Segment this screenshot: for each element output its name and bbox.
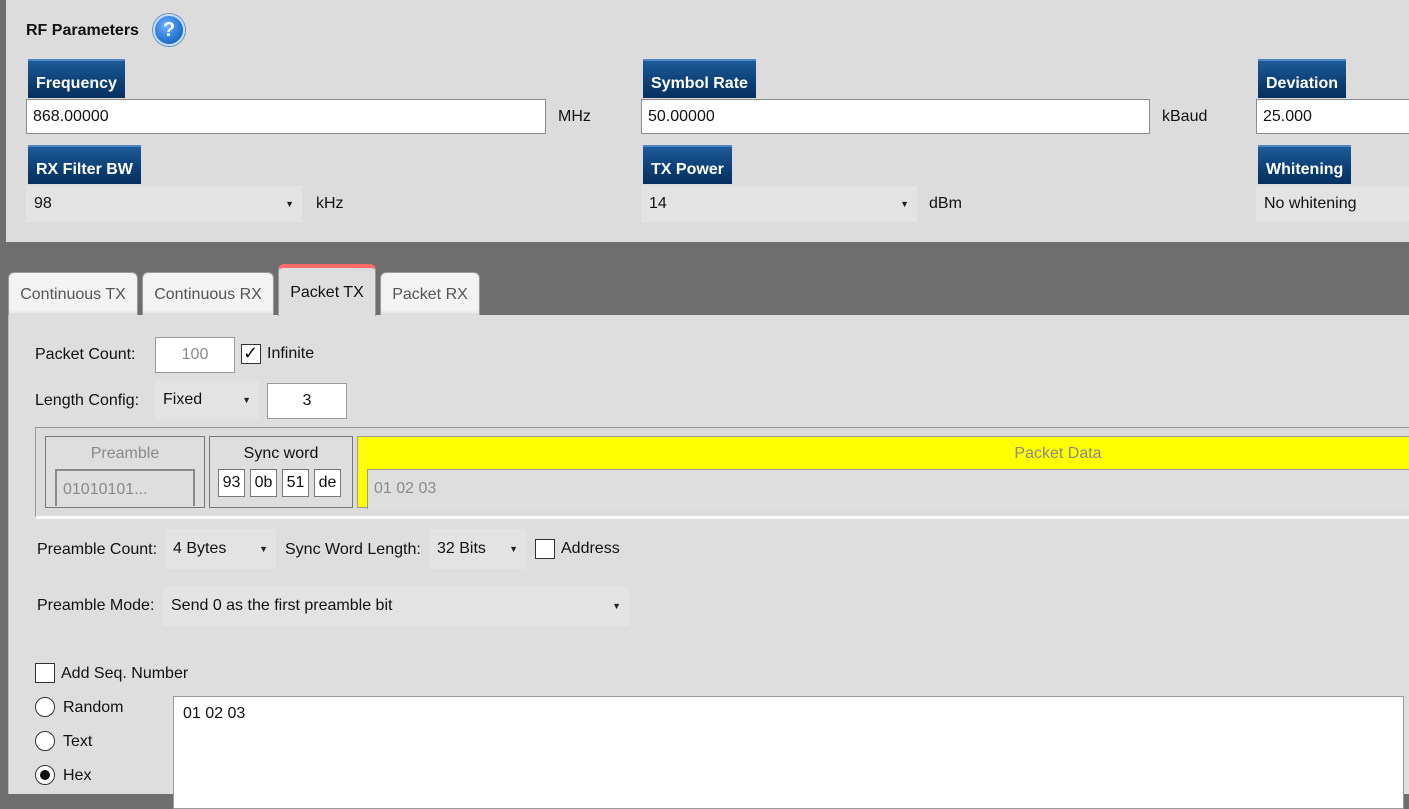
sync-byte-input[interactable]: 0b — [250, 469, 277, 497]
preamble-count-label: Preamble Count: — [37, 541, 158, 558]
tab-continuous-tx[interactable]: Continuous TX — [8, 272, 138, 315]
address-checkbox[interactable] — [535, 539, 555, 559]
rx-filter-bw-unit: kHz — [316, 195, 344, 212]
tab-continuous-rx[interactable]: Continuous RX — [142, 272, 274, 315]
preamble-mode-value: Send 0 as the first preamble bit — [171, 597, 393, 614]
tab-packet-rx[interactable]: Packet RX — [380, 272, 480, 315]
sync-byte-input[interactable]: de — [314, 469, 341, 497]
add-seq-number-checkbox[interactable] — [35, 663, 55, 683]
packet-count-label: Packet Count: — [35, 346, 136, 363]
tx-power-unit: dBm — [929, 195, 962, 212]
preamble-cell: Preamble 01010101... — [45, 436, 205, 508]
sync-word-length-value: 32 Bits — [437, 540, 486, 557]
chevron-down-icon: ▼ — [285, 199, 294, 209]
whitening-select[interactable]: No whitening — [1256, 186, 1409, 222]
preamble-count-value: 4 Bytes — [173, 540, 227, 557]
chevron-down-icon: ▼ — [259, 544, 268, 554]
packet-data-value: 01 02 03 — [367, 469, 1409, 509]
payload-textarea[interactable]: 01 02 03 — [173, 696, 1404, 809]
infinite-label: Infinite — [267, 345, 315, 362]
random-label: Random — [63, 699, 124, 716]
rx-filter-bw-label: RX Filter BW — [28, 145, 141, 184]
length-config-value: Fixed — [163, 391, 203, 408]
radio-selected-dot-icon — [40, 770, 50, 780]
tx-power-select[interactable]: 14 ▼ — [641, 186, 917, 222]
frequency-input[interactable]: 868.00000 — [26, 99, 546, 134]
packet-length-input[interactable]: 3 — [267, 383, 347, 419]
frequency-unit: MHz — [558, 108, 591, 125]
packet-frame-diagram: Preamble 01010101... Sync word 93 0b 51 … — [35, 427, 1409, 519]
sync-byte-input[interactable]: 51 — [282, 469, 309, 497]
sync-word-heading: Sync word — [243, 445, 319, 462]
infinite-checkbox[interactable]: ✓ — [241, 343, 261, 364]
sync-word-cell: Sync word 93 0b 51 de — [209, 436, 353, 508]
sync-word-length-select[interactable]: 32 Bits ▼ — [429, 529, 526, 569]
preamble-value: 01010101... — [55, 469, 195, 506]
text-label: Text — [63, 733, 93, 750]
chevron-down-icon: ▼ — [242, 395, 251, 405]
symbol-rate-input[interactable]: 50.00000 — [641, 99, 1150, 134]
chevron-down-icon: ▼ — [900, 199, 909, 209]
packet-count-input[interactable]: 100 — [155, 337, 235, 373]
rf-parameters-panel: RF Parameters ? Frequency 868.00000 MHz … — [6, 0, 1409, 242]
whitening-label: Whitening — [1258, 145, 1352, 184]
frequency-label: Frequency — [28, 59, 125, 98]
packet-data-cell: Packet Data 01 02 03 — [357, 436, 1409, 509]
chevron-down-icon: ▼ — [612, 601, 621, 611]
length-config-select[interactable]: Fixed ▼ — [155, 380, 259, 420]
hex-label: Hex — [63, 767, 92, 784]
text-radio[interactable] — [35, 731, 55, 751]
preamble-count-select[interactable]: 4 Bytes ▼ — [165, 529, 276, 569]
preamble-mode-select[interactable]: Send 0 as the first preamble bit ▼ — [163, 586, 629, 626]
rx-filter-bw-value: 98 — [34, 195, 52, 212]
help-icon[interactable]: ? — [153, 14, 185, 46]
tx-power-value: 14 — [649, 195, 667, 212]
symbol-rate-label: Symbol Rate — [643, 59, 756, 98]
preamble-heading: Preamble — [90, 445, 160, 462]
random-radio[interactable] — [35, 697, 55, 717]
tx-power-label: TX Power — [643, 145, 732, 184]
tab-packet-tx[interactable]: Packet TX — [278, 264, 376, 316]
whitening-value: No whitening — [1264, 195, 1357, 212]
add-seq-number-label: Add Seq. Number — [61, 665, 189, 682]
hex-radio[interactable] — [35, 765, 55, 785]
deviation-label: Deviation — [1258, 59, 1347, 98]
chevron-down-icon: ▼ — [509, 544, 518, 554]
rf-parameters-title: RF Parameters — [26, 22, 139, 39]
sync-byte-input[interactable]: 93 — [218, 469, 245, 497]
checkmark-icon: ✓ — [243, 343, 259, 363]
deviation-input[interactable]: 25.000 — [1256, 99, 1409, 134]
sync-word-length-label: Sync Word Length: — [285, 541, 421, 558]
address-label: Address — [561, 540, 620, 557]
preamble-mode-label: Preamble Mode: — [37, 597, 155, 614]
packet-data-label: Packet Data — [1014, 445, 1102, 462]
symbol-rate-unit: kBaud — [1162, 108, 1208, 125]
length-config-label: Length Config: — [35, 392, 140, 409]
rx-filter-bw-select[interactable]: 98 ▼ — [26, 186, 302, 222]
packet-tx-panel: Packet Count: 100 ✓ Infinite Length Conf… — [8, 315, 1409, 809]
